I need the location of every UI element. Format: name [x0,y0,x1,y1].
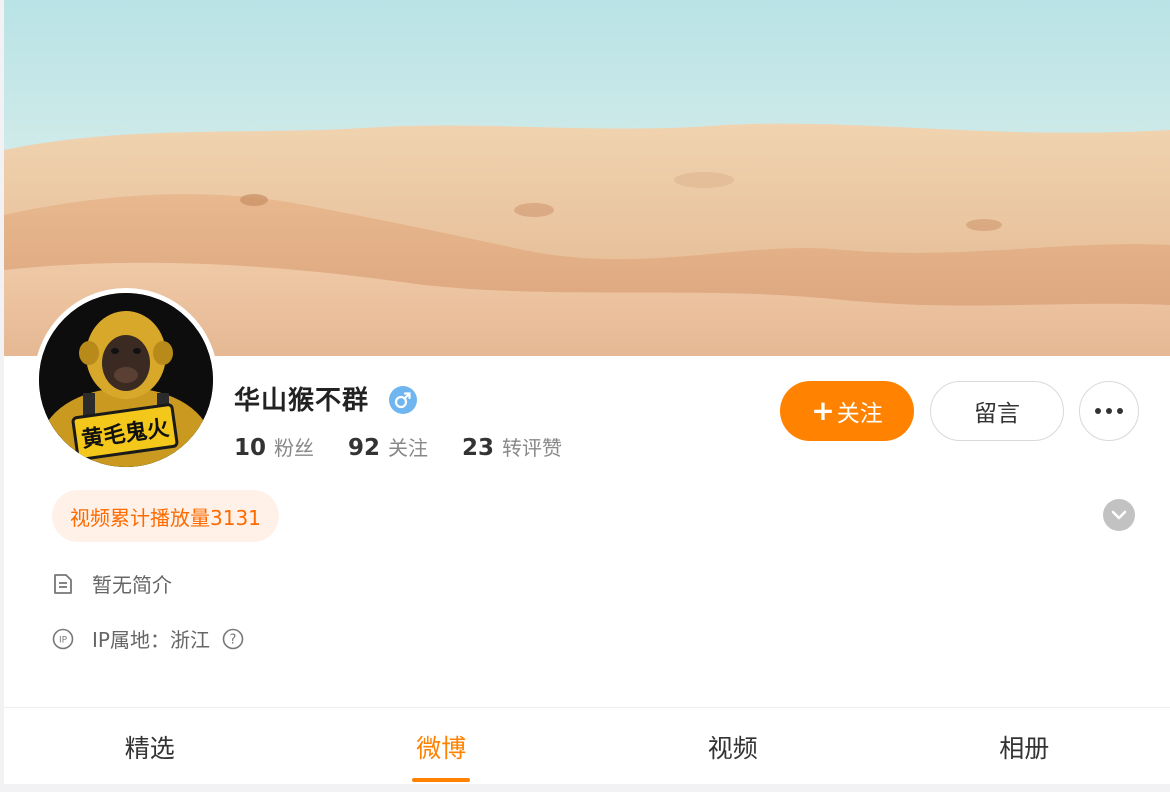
stat-number: 10 [234,435,267,461]
user-stats: 10 粉丝 92 关注 23 转评赞 [234,432,562,461]
stat-number: 23 [462,435,495,461]
tab-label: 相册 [999,733,1050,763]
tab-featured[interactable]: 精选 [4,708,296,784]
document-icon [52,573,74,595]
plus-icon: + [811,394,835,427]
stat-label: 转评赞 [502,436,563,460]
tab-label: 微博 [416,733,467,763]
avatar[interactable]: 黄毛鬼火 [34,288,218,472]
ip-location: IP属地：浙江 [92,628,210,652]
user-name: 华山猴不群 [234,386,370,416]
stat-following[interactable]: 92 关注 [348,432,428,461]
svg-text:?: ? [230,632,237,647]
tab-label: 视频 [707,733,758,763]
stat-label: 粉丝 [274,436,315,460]
male-icon [389,386,417,414]
tab-weibo[interactable]: 微博 [296,708,588,784]
follow-label: 关注 [836,401,883,427]
stat-fans[interactable]: 10 粉丝 [234,432,314,461]
more-button[interactable] [1079,381,1139,441]
message-button[interactable]: 留言 [930,381,1064,441]
tab-video[interactable]: 视频 [587,708,879,784]
tab-label: 精选 [124,733,175,763]
follow-button[interactable]: + 关注 [780,381,914,441]
bio-row: 暂无简介 [52,569,172,598]
chevron-down-icon[interactable] [1103,499,1135,531]
more-dots-icon [1095,408,1101,414]
stat-reposts-comments-likes: 23 转评赞 [462,432,562,461]
stat-label: 关注 [388,436,429,460]
bio-text: 暂无简介 [92,573,172,597]
ip-row: IP IP属地：浙江 ? [52,624,244,653]
video-plays-badge[interactable]: 视频累计播放量3131 [52,490,279,542]
help-icon[interactable]: ? [222,628,244,650]
cover-image[interactable] [4,0,1170,356]
profile-tabs: 精选 微博 视频 相册 [4,707,1170,784]
tab-album[interactable]: 相册 [879,708,1170,784]
message-label: 留言 [974,401,1020,427]
svg-text:IP: IP [59,635,68,645]
stat-number: 92 [348,435,381,461]
active-tab-indicator [412,778,471,782]
ip-icon: IP [52,628,74,650]
profile-card: 黄毛鬼火 华山猴不群 10 粉丝 92 关注 23 转评赞 + 关注 留言 视频 [4,0,1170,784]
